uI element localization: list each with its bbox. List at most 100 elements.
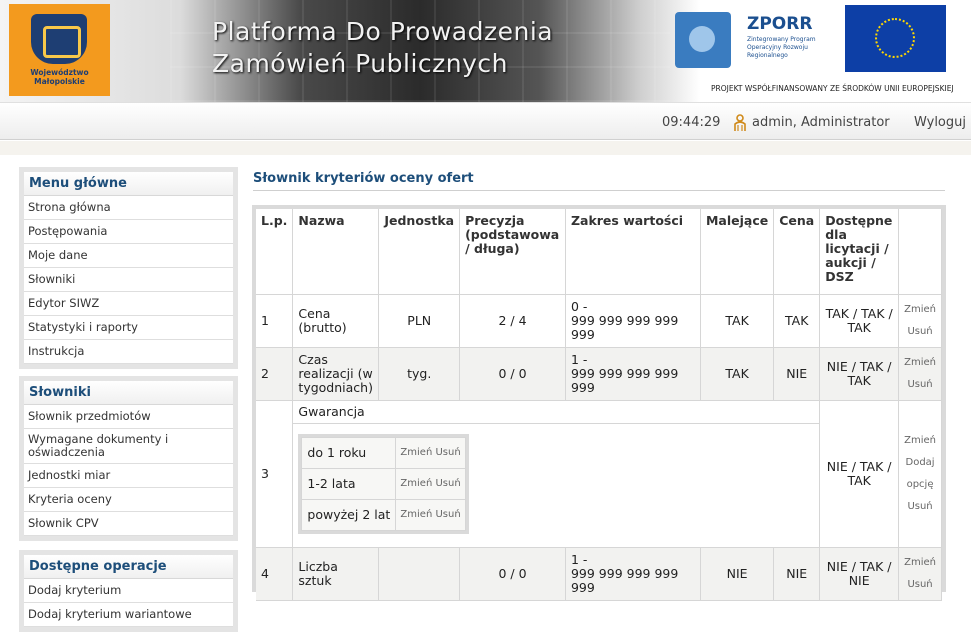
col-header-descending: Malejące — [700, 209, 775, 295]
cell-actions: Zmień Usuń — [898, 547, 942, 601]
cell-name: Cena (brutto) — [292, 294, 380, 348]
dict-item-required-documents[interactable]: Wymagane dokumenty i oświadczenia — [24, 429, 233, 464]
menu-item-instructions[interactable]: Instrukcja — [24, 340, 233, 364]
cell-price: TAK — [773, 294, 821, 348]
cell-precision: 2 / 4 — [459, 294, 566, 348]
col-header-available: Dostępne dla licytacji / aukcji / DSZ — [819, 209, 900, 295]
cell-actions: Zmień Usuń — [898, 294, 942, 348]
table-row: 2 Czas realizacji (w tygodniach) tyg. 0 … — [256, 347, 942, 401]
page-title: Słownik kryteriów oceny ofert — [253, 171, 474, 186]
options-frame: do 1 roku Zmień Usuń 1-2 lata Zmień Usuń — [298, 433, 469, 534]
delete-link[interactable]: Usuń — [904, 574, 936, 596]
title-divider — [253, 190, 945, 191]
table-row: 3 Gwarancja NIE / TAK / TAK Zmień Dodaj … — [256, 400, 942, 548]
cell-lp: 3 — [256, 400, 294, 548]
delete-link[interactable]: Usuń — [904, 321, 936, 343]
option-edit-link[interactable]: Zmień — [400, 447, 432, 458]
col-header-lp: L.p. — [256, 209, 294, 295]
add-option-link[interactable]: Dodaj opcję — [904, 452, 936, 496]
zporr-logo: ZPORR Zintegrowany Program Operacyjny Ro… — [675, 12, 825, 72]
menu-item-home[interactable]: Strona główna — [24, 196, 233, 220]
dictionaries-title: Słowniki — [24, 381, 233, 405]
cell-available: NIE / TAK / TAK — [819, 400, 900, 548]
delete-link[interactable]: Usuń — [904, 496, 936, 518]
range-min: 0 - — [570, 298, 588, 314]
edit-link[interactable]: Zmień — [904, 552, 936, 574]
dictionaries-panel: Słowniki Słownik przedmiotów Wymagane do… — [19, 376, 238, 541]
option-delete-link[interactable]: Usuń — [435, 447, 460, 458]
dict-item-units[interactable]: Jednostki miar — [24, 464, 233, 488]
option-actions: Zmień Usuń — [395, 498, 466, 531]
range-max: 999 999 999 999 999 — [570, 565, 679, 595]
cell-precision: 0 / 0 — [459, 347, 566, 401]
col-header-name: Nazwa — [292, 209, 380, 295]
zporr-description: Zintegrowany Program Operacyjny Rozwoju … — [747, 36, 816, 59]
col-header-price: Cena — [773, 209, 821, 295]
delete-link[interactable]: Usuń — [904, 374, 936, 396]
operations-title: Dostępne operacje — [24, 555, 233, 579]
edit-link[interactable]: Zmień — [904, 299, 936, 321]
user-icon — [734, 114, 746, 131]
site-title-line1: Platforma Do Prowadzenia — [212, 17, 554, 46]
cell-available: NIE / TAK / TAK — [819, 347, 900, 401]
logout-link[interactable]: Wyloguj — [914, 115, 966, 130]
cell-available: TAK / TAK / TAK — [819, 294, 900, 348]
cell-unit: PLN — [378, 294, 461, 348]
col-header-actions — [898, 209, 942, 295]
cell-descending: TAK — [700, 294, 775, 348]
option-edit-link[interactable]: Zmień — [400, 478, 432, 489]
main-menu-title: Menu główne — [24, 172, 233, 196]
menu-item-siwz-editor[interactable]: Edytor SIWZ — [24, 292, 233, 316]
cell-range: 0 - 999 999 999 999 999 — [565, 294, 701, 348]
options-table: do 1 roku Zmień Usuń 1-2 lata Zmień Usuń — [301, 436, 466, 531]
op-add-variant-criterion[interactable]: Dodaj kryterium wariantowe — [24, 603, 233, 627]
operations-panel: Dostępne operacje Dodaj kryterium Dodaj … — [19, 550, 238, 632]
dict-item-subjects[interactable]: Słownik przedmiotów — [24, 405, 233, 429]
cell-actions: Zmień Dodaj opcję Usuń — [898, 400, 942, 548]
table-row: 1 Cena (brutto) PLN 2 / 4 0 - 999 999 99… — [256, 294, 942, 348]
option-edit-link[interactable]: Zmień — [400, 509, 432, 520]
range-min: 1 - — [570, 551, 588, 567]
logo-text-line2: Małopolskie — [34, 77, 85, 86]
col-header-precision: Precyzja (podstawowa / długa) — [459, 209, 566, 295]
cell-unit — [378, 547, 461, 601]
cell-actions: Zmień Usuń — [898, 347, 942, 401]
main-menu-panel: Menu główne Strona główna Postępowania M… — [19, 167, 238, 369]
option-row: 1-2 lata Zmień Usuń — [301, 467, 466, 500]
option-label: 1-2 lata — [301, 467, 397, 500]
option-delete-link[interactable]: Usuń — [435, 478, 460, 489]
zporr-name: ZPORR — [747, 14, 813, 34]
eu-flag-icon — [845, 5, 946, 72]
cell-range: 1 - 999 999 999 999 999 — [565, 347, 701, 401]
menu-item-statistics[interactable]: Statystyki i raporty — [24, 316, 233, 340]
menu-item-my-data[interactable]: Moje dane — [24, 244, 233, 268]
cell-name: Gwarancja — [292, 400, 821, 424]
cell-descending: NIE — [700, 547, 775, 601]
dict-item-cpv[interactable]: Słownik CPV — [24, 512, 233, 536]
eu-caption: PROJEKT WSPÓŁFINANSOWANY ZE ŚRODKÓW UNII… — [711, 84, 954, 93]
cell-lp: 4 — [256, 547, 294, 601]
dict-item-criteria[interactable]: Kryteria oceny — [24, 488, 233, 512]
cell-price: NIE — [773, 547, 821, 601]
cell-precision: 0 / 0 — [459, 547, 566, 601]
edit-link[interactable]: Zmień — [904, 430, 936, 452]
menu-item-dictionaries[interactable]: Słowniki — [24, 268, 233, 292]
cell-price: NIE — [773, 347, 821, 401]
status-bar: 09:44:29 admin, Administrator Wyloguj — [0, 102, 971, 140]
option-delete-link[interactable]: Usuń — [435, 509, 460, 520]
range-max: 999 999 999 999 999 — [570, 312, 679, 342]
cell-name: Czas realizacji (w tygodniach) — [292, 347, 380, 401]
cell-lp: 2 — [256, 347, 294, 401]
eu-stars-icon — [875, 18, 915, 58]
op-add-criterion[interactable]: Dodaj kryterium — [24, 579, 233, 603]
option-row: powyżej 2 lat Zmień Usuń — [301, 498, 466, 531]
option-actions: Zmień Usuń — [395, 467, 466, 500]
col-header-range: Zakres wartości — [565, 209, 701, 295]
malopolska-emblem-icon — [31, 14, 87, 64]
option-label: powyżej 2 lat — [301, 498, 397, 531]
cell-name: Liczba sztuk — [292, 547, 380, 601]
clock: 09:44:29 — [662, 115, 721, 130]
edit-link[interactable]: Zmień — [904, 352, 936, 374]
option-label: do 1 roku — [301, 436, 397, 469]
menu-item-procedures[interactable]: Postępowania — [24, 220, 233, 244]
